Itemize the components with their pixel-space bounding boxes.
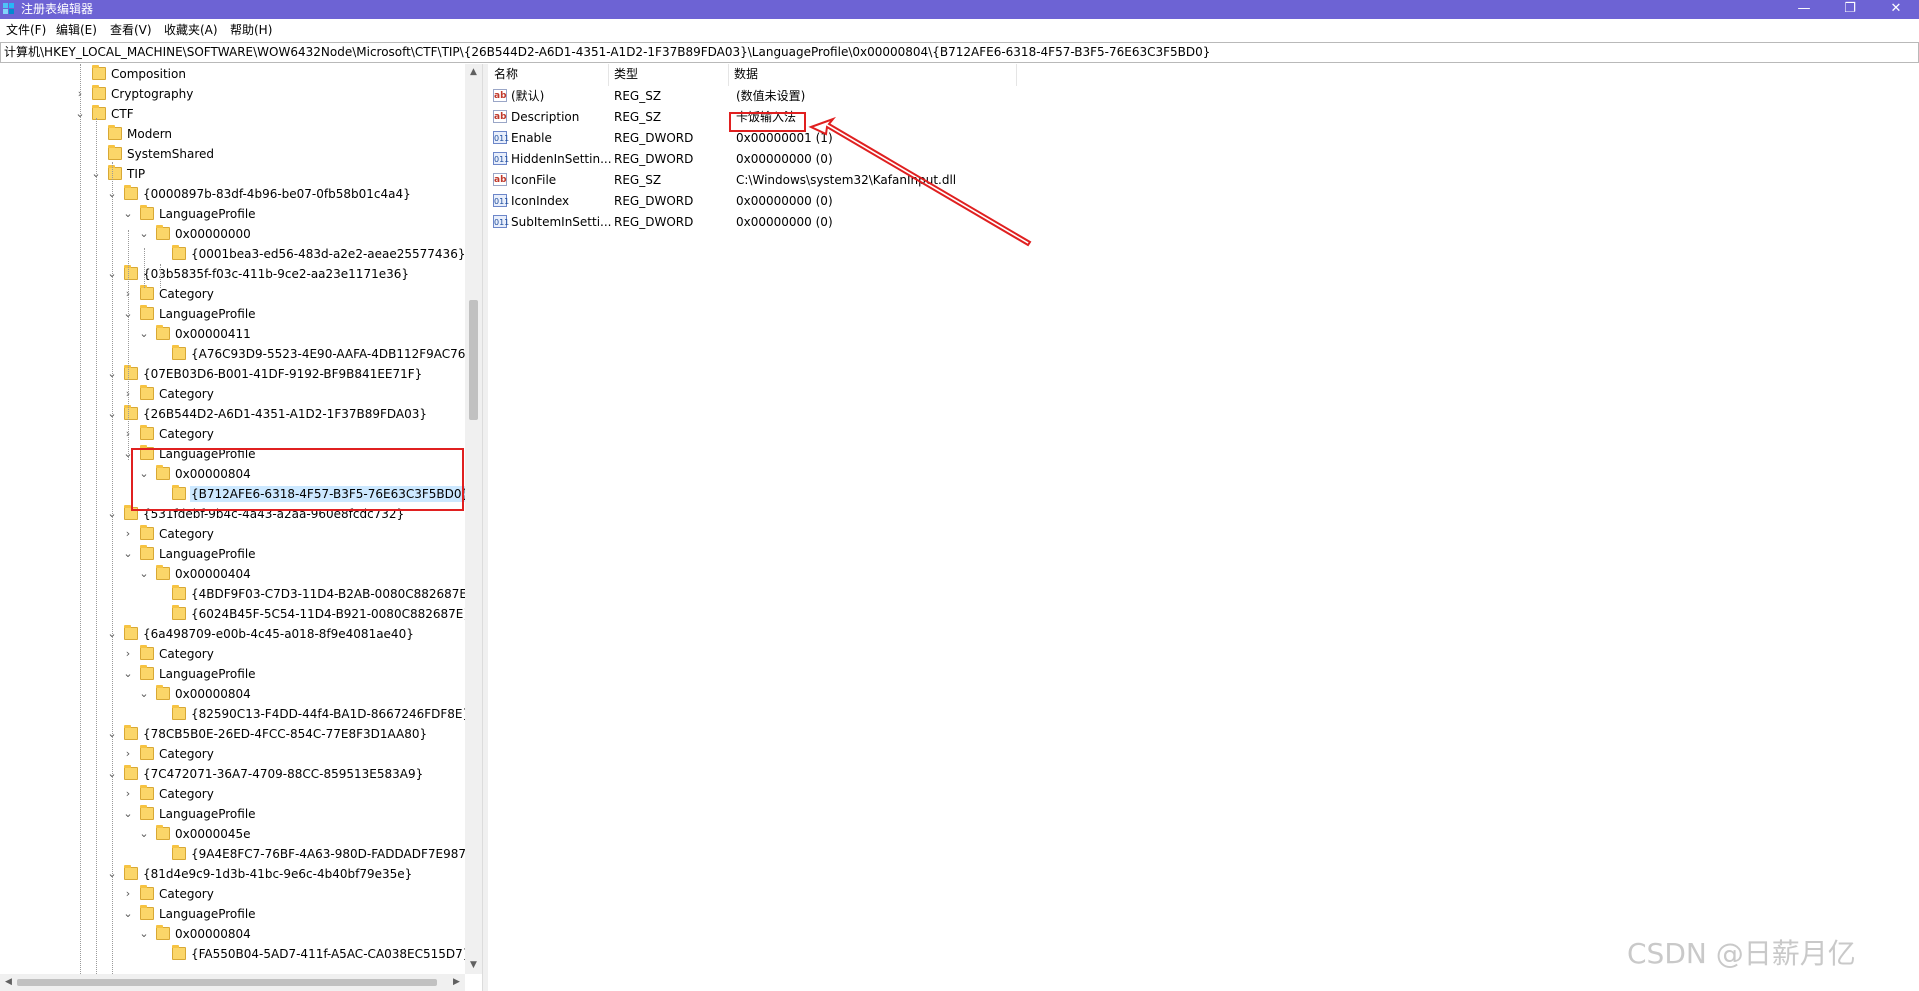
annotation-arrow <box>808 116 1032 247</box>
arrow-shape <box>808 116 1032 247</box>
watermark: CSDN @日薪月亿 <box>1627 937 1856 970</box>
